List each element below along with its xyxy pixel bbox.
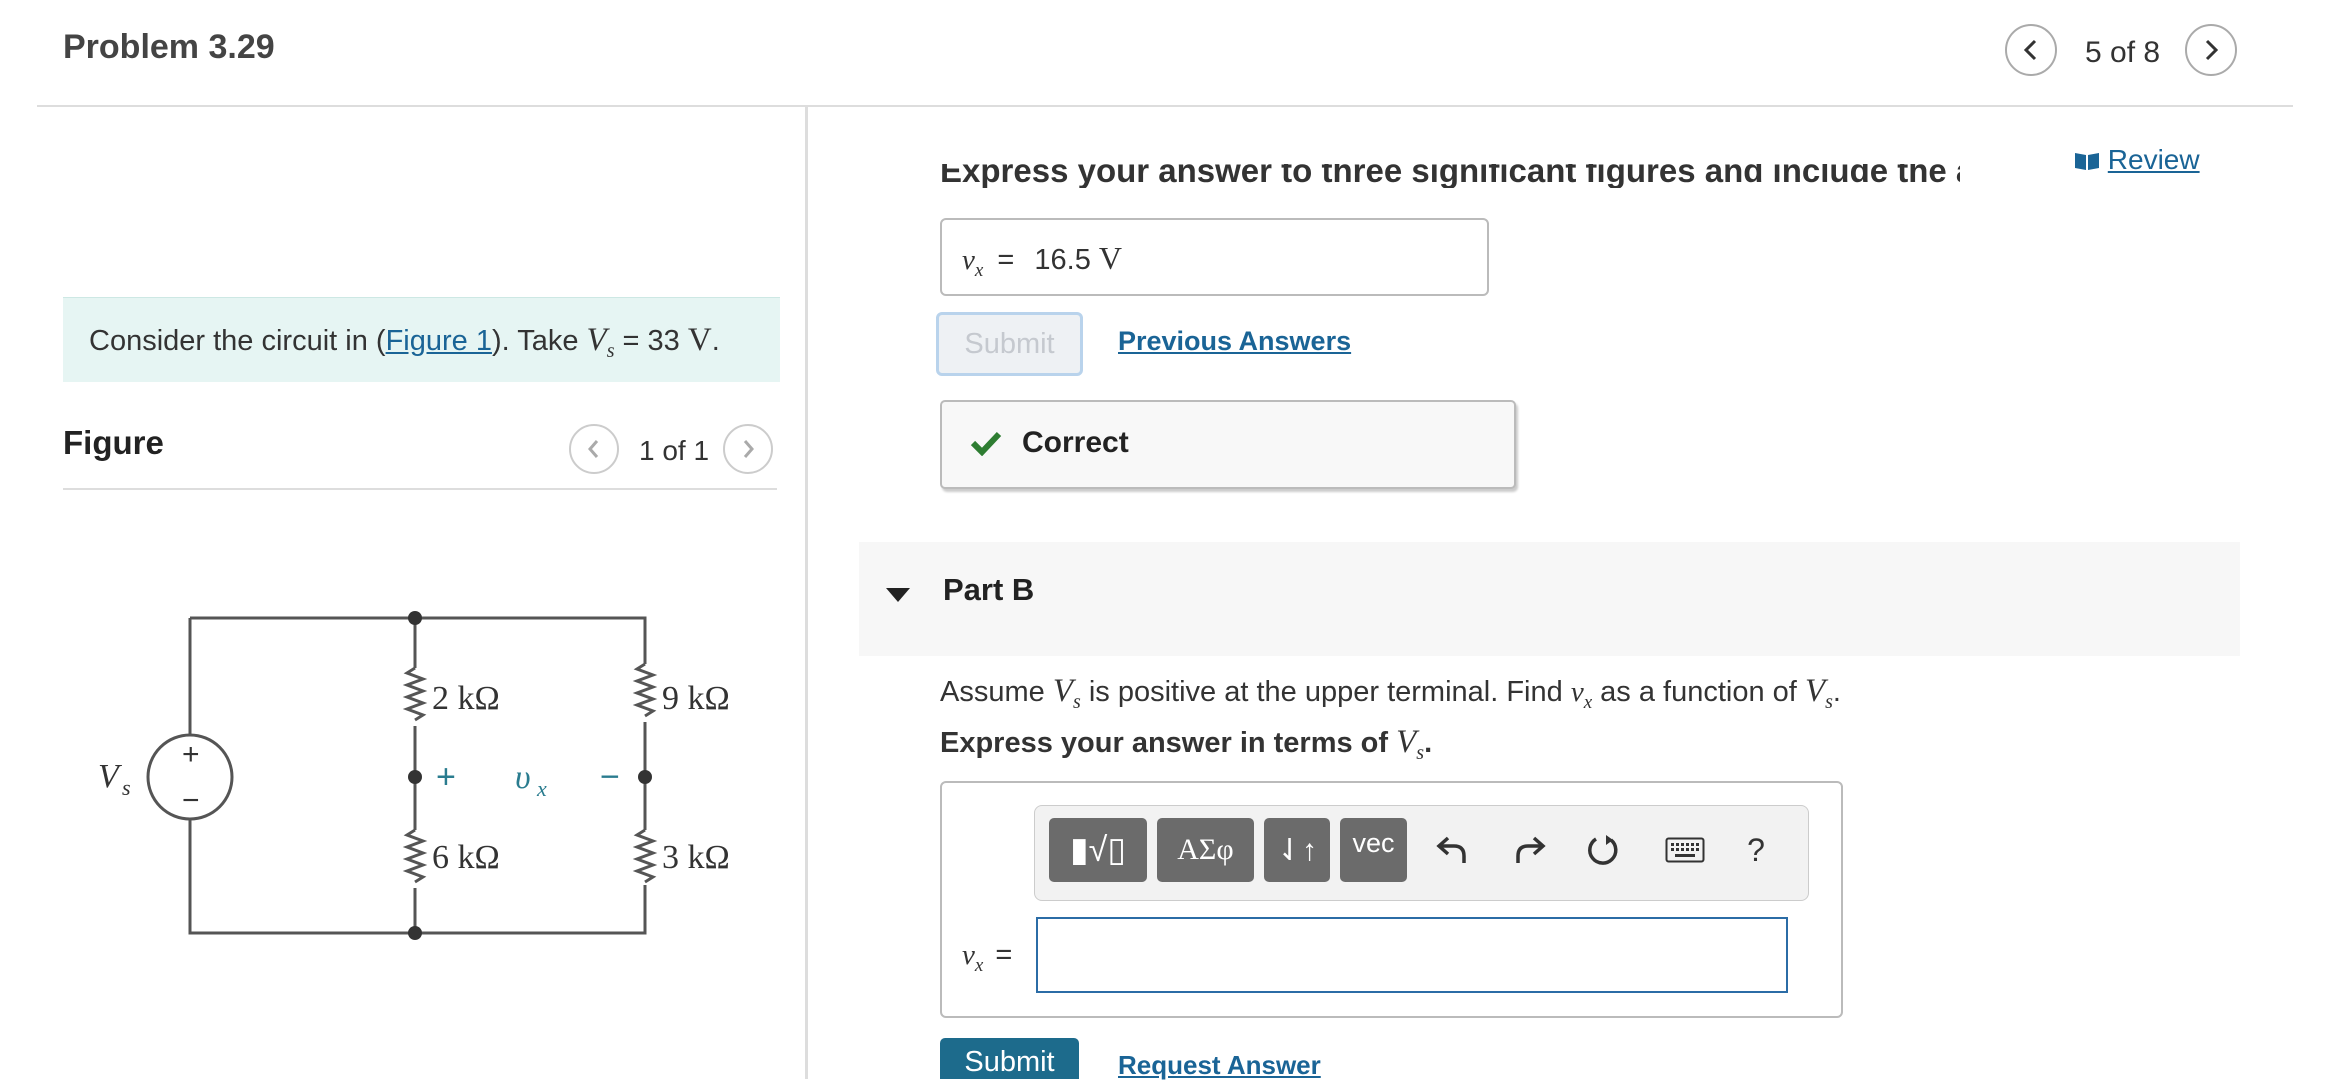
answer-var: v	[962, 244, 975, 276]
circuit-diagram: + − V s 2 kΩ 9 kΩ 6 kΩ 3 kΩ + υ x −	[98, 611, 730, 940]
node-mid-right	[638, 770, 652, 784]
express-sub: s	[1416, 741, 1425, 764]
checkmark-icon	[970, 431, 1002, 456]
previous-answers-link[interactable]: Previous Answers	[1118, 326, 1351, 357]
feedback-text: Correct	[1022, 426, 1129, 459]
label-6k: 6 kΩ	[432, 839, 500, 876]
greek-button[interactable]: ΑΣφ	[1157, 818, 1254, 882]
top-wire	[190, 616, 647, 664]
redo-icon	[1516, 836, 1546, 863]
updown-button[interactable]: ⇃↑	[1264, 818, 1330, 882]
answer-eq: =	[997, 244, 1015, 276]
q-vx: v	[1570, 676, 1584, 708]
label-2k: 2 kΩ	[432, 680, 500, 717]
express-text: Express your answer in terms of	[940, 727, 1397, 759]
undo-icon	[1436, 836, 1466, 863]
keyboard-button[interactable]	[1653, 820, 1717, 880]
label-3k: 3 kΩ	[662, 839, 730, 876]
review-link[interactable]: Review	[2074, 144, 2200, 176]
resistor-3k	[632, 828, 658, 884]
part-b-title: Part B	[943, 572, 1035, 607]
chevron-right-icon	[2205, 39, 2219, 61]
review-label[interactable]: Review	[2108, 144, 2200, 175]
prev-problem-button[interactable]	[2005, 24, 2057, 76]
q-part-1: Assume	[940, 676, 1053, 708]
resistor-9k	[632, 662, 658, 718]
vx-minus: −	[600, 758, 620, 796]
part-a-instruction: Express your answer to three significant…	[940, 164, 1960, 188]
help-button[interactable]: ?	[1728, 820, 1784, 880]
answer-b-var: v	[962, 939, 975, 971]
resistor-2k	[402, 666, 428, 722]
problem-pager: 5 of 8	[2085, 36, 2161, 69]
keyboard-icon	[1665, 837, 1705, 863]
part-b-question: Assume Vs is positive at the upper termi…	[940, 673, 1841, 714]
q-part-3: as a function of	[1592, 676, 1805, 708]
redo-button[interactable]	[1501, 820, 1557, 880]
part-a-instruction-text: Express your answer to three significant…	[940, 164, 1960, 188]
q-end: .	[1832, 676, 1841, 708]
source-plus: +	[182, 738, 200, 771]
feedback-box: Correct	[940, 400, 1516, 489]
part-a-submit-button[interactable]: Submit	[936, 312, 1083, 376]
q-vs-2: V	[1804, 673, 1826, 709]
next-problem-button[interactable]	[2185, 24, 2237, 76]
label-9k: 9 kΩ	[662, 680, 730, 717]
q-part-2: is positive at the upper terminal. Find	[1080, 676, 1571, 708]
math-toolbar: ▮√▯ ΑΣφ ⇃↑ vec ?	[1034, 805, 1809, 901]
q-vs-2-sub: s	[1825, 690, 1833, 713]
templates-button[interactable]: ▮√▯	[1049, 818, 1147, 882]
answer-sub: x	[974, 259, 984, 281]
vx-label: υ	[515, 759, 531, 796]
reset-button[interactable]	[1575, 820, 1631, 880]
request-answer-link[interactable]: Request Answer	[1118, 1050, 1321, 1081]
caret-down-icon	[886, 588, 910, 602]
part-b-editor: ▮√▯ ΑΣφ ⇃↑ vec ? vx =	[940, 781, 1843, 1018]
vx-plus: +	[436, 758, 456, 796]
express-end: .	[1424, 727, 1433, 759]
answer-unit: V	[1098, 240, 1122, 276]
answer-b-sub: x	[974, 954, 984, 976]
q-vx-sub: x	[1583, 691, 1593, 713]
part-b-header[interactable]: Part B	[859, 542, 2240, 656]
node-mid-left	[408, 770, 422, 784]
reset-icon	[1588, 835, 1618, 865]
part-b-express: Express your answer in terms of Vs.	[940, 724, 1432, 765]
vec-button[interactable]: vec	[1340, 818, 1407, 882]
answer-b-eq: =	[995, 939, 1013, 971]
part-b-answer-input[interactable]	[1036, 917, 1788, 993]
q-vs: V	[1052, 673, 1073, 709]
part-b-answer-label: vx =	[962, 939, 1012, 977]
vx-label-sub: x	[536, 776, 547, 801]
undo-button[interactable]	[1425, 820, 1481, 880]
column-divider	[805, 106, 808, 1079]
express-var: V	[1396, 724, 1417, 760]
part-a-answer-box: vx = 16.5 V	[940, 218, 1489, 296]
book-icon	[2075, 153, 2099, 170]
q-vs-sub: s	[1073, 690, 1081, 713]
part-a-answer: vx = 16.5 V	[962, 240, 1122, 282]
part-b-submit-button[interactable]: Submit	[940, 1038, 1079, 1079]
source-label-sub: s	[122, 775, 131, 800]
node-top	[408, 611, 422, 625]
resistor-6k	[402, 828, 428, 884]
source-label: V	[98, 758, 123, 795]
answer-value: 16.5	[1034, 244, 1091, 276]
node-bottom	[408, 926, 422, 940]
chevron-left-icon	[2023, 39, 2037, 61]
source-minus: −	[182, 784, 200, 817]
